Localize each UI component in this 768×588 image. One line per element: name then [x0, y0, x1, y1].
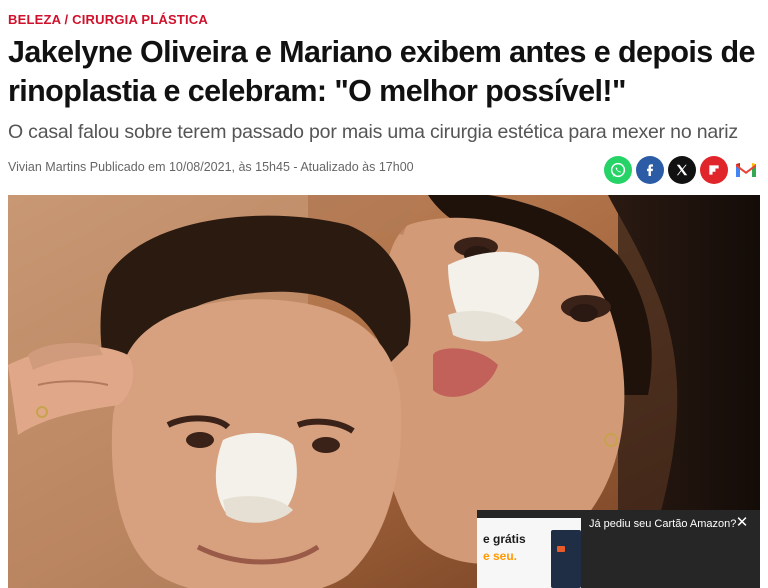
ad-text[interactable]: Já pediu seu Cartão Amazon?: [589, 518, 736, 530]
gmail-share-button[interactable]: [732, 156, 760, 184]
breadcrumb: BELEZA / CIRURGIA PLÁSTICA: [8, 12, 208, 27]
x-icon: [676, 164, 688, 176]
breadcrumb-separator: /: [60, 12, 73, 27]
card-chip-icon: [557, 546, 565, 552]
ad-line-1: e grátis: [483, 532, 526, 546]
x-share-button[interactable]: [668, 156, 696, 184]
close-icon[interactable]: ✕: [734, 515, 750, 531]
share-bar: [604, 156, 760, 184]
facebook-share-button[interactable]: [636, 156, 664, 184]
article-byline: Vivian Martins Publicado em 10/08/2021, …: [8, 160, 414, 174]
ad-banner[interactable]: e grátis e seu. Já pediu seu Cartão Amaz…: [477, 510, 760, 588]
flipboard-share-button[interactable]: [700, 156, 728, 184]
article-headline: Jakelyne Oliveira e Mariano exibem antes…: [8, 35, 756, 108]
whatsapp-icon: [610, 162, 626, 178]
flipboard-icon: [709, 165, 719, 175]
facebook-icon: [647, 164, 653, 176]
ad-line-2: e seu.: [483, 549, 518, 563]
whatsapp-share-button[interactable]: [604, 156, 632, 184]
amazon-card-image: [551, 530, 581, 588]
ad-creative[interactable]: e grátis e seu.: [477, 518, 581, 588]
article-subtitle: O casal falou sobre terem passado por ma…: [8, 121, 738, 143]
gmail-icon: [736, 163, 756, 177]
breadcrumb-subsection-link[interactable]: CIRURGIA PLÁSTICA: [72, 12, 208, 27]
breadcrumb-section-link[interactable]: BELEZA: [8, 12, 61, 27]
